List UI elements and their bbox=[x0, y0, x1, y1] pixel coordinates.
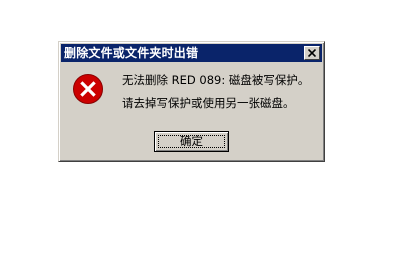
ok-button-label: 确定 bbox=[180, 134, 203, 148]
error-dialog: 删除文件或文件夹时出错 无法删除 RED 089: 磁盘被写保护。 请去掉写保护… bbox=[58, 41, 325, 162]
error-message-line2: 请去掉写保护或使用另一张磁盘。 bbox=[122, 96, 295, 110]
ok-button[interactable]: 确定 bbox=[154, 131, 229, 152]
title-bar[interactable]: 删除文件或文件夹时出错 bbox=[61, 44, 322, 62]
close-icon bbox=[308, 49, 316, 57]
error-message-line1: 无法删除 RED 089: 磁盘被写保护。 bbox=[122, 73, 310, 87]
close-button[interactable] bbox=[304, 46, 320, 60]
dialog-title: 删除文件或文件夹时出错 bbox=[64, 46, 199, 60]
error-icon bbox=[73, 74, 103, 104]
